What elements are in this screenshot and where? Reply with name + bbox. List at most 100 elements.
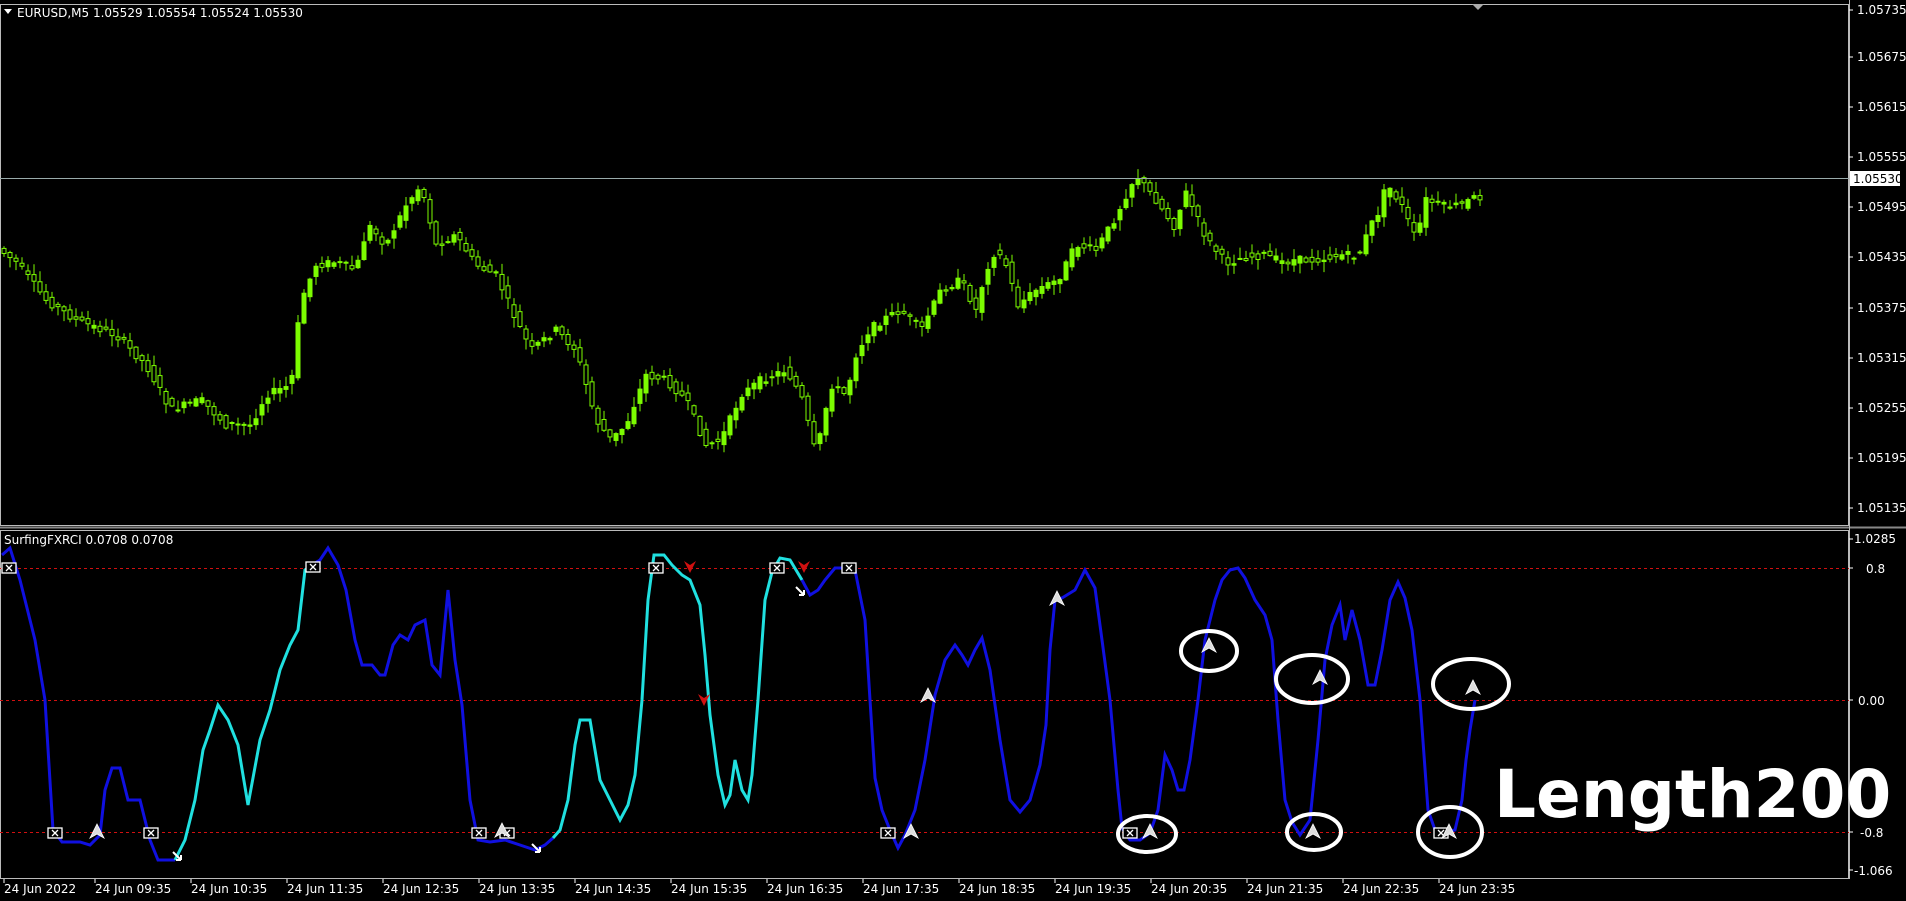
candle-body — [1045, 282, 1051, 289]
candle-body — [829, 388, 835, 412]
candle-body — [535, 341, 541, 346]
candle-body — [1471, 195, 1477, 199]
candle-body — [697, 415, 703, 436]
candle-body — [325, 260, 331, 268]
candle-body — [1423, 197, 1429, 228]
candle-body — [517, 311, 523, 327]
candle-body — [19, 262, 25, 267]
candle-body — [793, 375, 799, 387]
highlight-circles — [1116, 629, 1511, 859]
candle-body — [901, 310, 907, 314]
candle-body — [409, 197, 415, 204]
candle-body — [295, 322, 301, 379]
candle-body — [163, 390, 169, 405]
candle-body — [1081, 243, 1087, 249]
candle-body — [937, 289, 943, 304]
candle-body — [547, 337, 553, 341]
candle-body — [1441, 201, 1447, 205]
candle-body — [31, 274, 37, 282]
candle-body — [625, 421, 631, 429]
candle-body — [187, 401, 193, 404]
candle-body — [1027, 291, 1033, 302]
price-scale-label: 1.05435 — [1857, 250, 1906, 264]
candle-body — [169, 397, 175, 407]
candle-body — [511, 304, 517, 319]
highlight-circle-2 — [1274, 653, 1350, 705]
candle-body — [895, 311, 901, 315]
candle-body — [571, 344, 577, 350]
candle-body — [667, 375, 673, 389]
ind-scale-top: 1.0285 — [1854, 532, 1896, 546]
candle-body — [1357, 251, 1363, 254]
price-scale-label: 1.05495 — [1857, 200, 1906, 214]
candle-body — [493, 271, 499, 274]
candle-body — [1267, 250, 1273, 257]
time-axis-label: 24 Jun 19:35 — [1055, 882, 1131, 896]
candle-body — [1093, 245, 1099, 251]
candle-body — [1117, 209, 1123, 221]
candle-body — [565, 333, 571, 346]
candle-body — [601, 418, 607, 431]
candle-body — [1219, 248, 1225, 255]
candle-body — [1039, 286, 1045, 294]
menu-down-icon[interactable] — [4, 9, 12, 14]
sell-arrow-icon — [684, 561, 696, 573]
candle-body — [253, 418, 259, 426]
ind-scale-bottom: -1.066 — [1854, 864, 1893, 878]
candle-body — [343, 261, 349, 264]
candle-body — [271, 387, 277, 395]
sell-arrow-icon — [798, 561, 810, 573]
exit-arrow-icon — [795, 586, 805, 596]
candle-body — [217, 414, 223, 421]
candle-body — [1447, 206, 1453, 209]
price-scale-label: 1.05135 — [1857, 501, 1906, 515]
time-axis-label: 24 Jun 12:35 — [383, 882, 459, 896]
candle-body — [865, 334, 871, 344]
candle-body — [469, 249, 475, 257]
candle-body — [1087, 244, 1093, 247]
candle-body — [1399, 196, 1405, 206]
candle-body — [1153, 192, 1159, 204]
candle-body — [1459, 201, 1465, 204]
rci-line-segment — [1, 545, 175, 862]
candle-body — [841, 387, 847, 395]
candle-body — [487, 264, 493, 273]
candle-body — [1321, 259, 1327, 263]
candle-body — [763, 381, 769, 384]
candle-body — [397, 215, 403, 228]
candle-body — [913, 319, 919, 322]
chart-shift-marker[interactable] — [1472, 4, 1484, 10]
price-scale-label: 1.05255 — [1857, 401, 1906, 415]
candle-body — [973, 297, 979, 310]
candle-body — [637, 388, 643, 404]
candle-body — [1207, 232, 1213, 242]
candle-body — [121, 336, 127, 340]
candle-body — [301, 292, 307, 324]
candle-body — [181, 401, 187, 409]
candle-body — [337, 261, 343, 264]
candle-body — [451, 234, 457, 243]
candle-body — [541, 337, 547, 342]
candle-body — [505, 285, 511, 299]
candle-body — [1, 247, 7, 254]
candle-body — [1255, 253, 1261, 261]
candle-body — [1111, 223, 1117, 229]
rci-line-segment — [311, 545, 554, 852]
candle-body — [1375, 215, 1381, 222]
candle-body — [109, 328, 115, 337]
candle-body — [1435, 200, 1441, 203]
candle-body — [211, 406, 217, 416]
time-axis-label: 24 Jun 18:35 — [959, 882, 1035, 896]
candle-body — [145, 360, 151, 373]
candle-body — [1075, 247, 1081, 257]
candle-body — [43, 291, 49, 301]
candle-body — [1381, 189, 1387, 218]
candle-body — [91, 324, 97, 329]
candle-body — [655, 374, 661, 380]
candle-body — [1189, 194, 1195, 207]
candle-body — [967, 284, 973, 302]
candle-body — [259, 404, 265, 416]
time-axis-label: 24 Jun 21:35 — [1247, 882, 1323, 896]
candle-body — [361, 241, 367, 261]
candle-body — [289, 374, 295, 384]
